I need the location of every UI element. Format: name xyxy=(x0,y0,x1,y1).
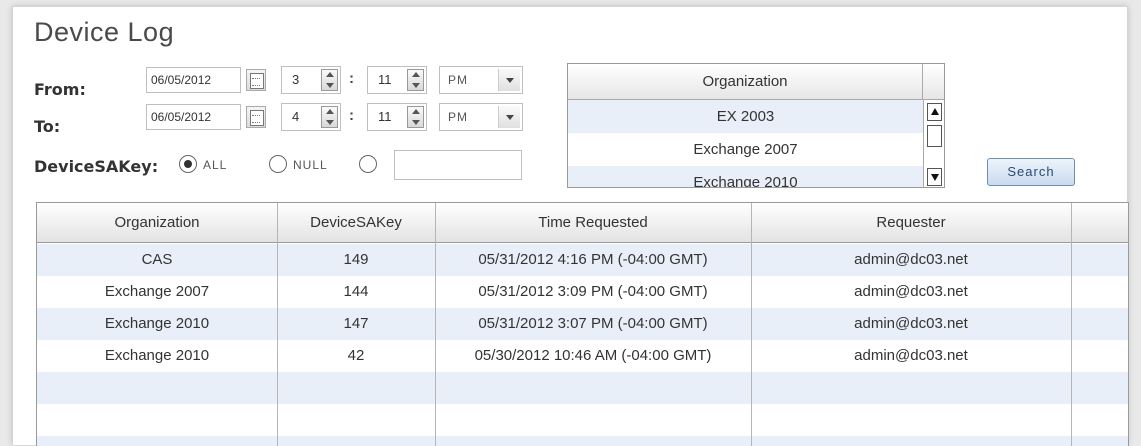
column-divider xyxy=(751,203,752,446)
column-divider xyxy=(435,203,436,446)
from-ampm-select[interactable]: PM xyxy=(439,66,523,94)
cell-time-requested: 05/30/2012 10:46 AM (-04:00 GMT) xyxy=(474,347,712,364)
column-resize-handle[interactable] xyxy=(1128,215,1129,231)
to-calendar-icon[interactable] xyxy=(246,106,266,128)
from-hour-stepper[interactable]: 3 xyxy=(281,66,341,94)
column-header-requester[interactable]: Requester xyxy=(751,203,1071,243)
organization-list-item[interactable]: Exchange 2010 xyxy=(568,166,923,187)
devicesakey-label: DeviceSAKey: xyxy=(34,157,159,176)
column-header-time-requested[interactable]: Time Requested xyxy=(435,203,751,243)
chevron-down-icon[interactable] xyxy=(498,69,520,91)
to-label: To: xyxy=(34,117,61,136)
from-minute-stepper[interactable]: 11 xyxy=(367,66,427,94)
radio-all[interactable] xyxy=(179,155,197,173)
from-label: From: xyxy=(34,80,86,99)
table-row-empty xyxy=(37,404,1128,436)
to-minute-stepper[interactable]: 11 xyxy=(367,103,427,131)
column-divider xyxy=(277,203,278,446)
cell-time-requested: 05/31/2012 3:07 PM (-04:00 GMT) xyxy=(478,315,708,332)
to-hour-stepper[interactable]: 4 xyxy=(281,103,341,131)
search-button[interactable]: Search xyxy=(987,158,1075,186)
table-header: Organization DeviceSAKey Time Requested … xyxy=(37,203,1128,243)
table-row[interactable]: Exchange 2010 42 05/30/2012 10:46 AM (-0… xyxy=(37,340,1128,372)
to-minute-value: 11 xyxy=(378,109,392,124)
to-minute-spin-icon[interactable] xyxy=(407,106,424,128)
organization-list-header: Organization xyxy=(568,64,923,100)
organization-list-header-corner xyxy=(923,64,944,100)
scroll-down-icon[interactable] xyxy=(927,168,942,186)
table-row[interactable]: CAS 149 05/31/2012 4:16 PM (-04:00 GMT) … xyxy=(37,244,1128,276)
cell-devicesakey: 147 xyxy=(343,315,369,332)
organization-listbox[interactable]: Organization EX 2003 Exchange 2007 Excha… xyxy=(567,63,945,188)
radio-null[interactable] xyxy=(269,155,287,173)
radio-custom[interactable] xyxy=(359,155,377,173)
to-time-colon: : xyxy=(349,107,354,124)
cell-requester: admin@dc03.net xyxy=(854,251,968,268)
column-divider xyxy=(1071,203,1072,446)
radio-all-label: ALL xyxy=(203,158,228,172)
cell-devicesakey: 42 xyxy=(347,347,365,364)
column-header-devicesakey[interactable]: DeviceSAKey xyxy=(277,203,435,243)
organization-list-scrollbar[interactable] xyxy=(923,100,944,187)
table-row[interactable]: Exchange 2010 147 05/31/2012 3:07 PM (-0… xyxy=(37,308,1128,340)
from-hour-value: 3 xyxy=(292,72,300,87)
organization-list-item[interactable]: EX 2003 xyxy=(568,100,923,133)
cell-time-requested: 05/31/2012 4:16 PM (-04:00 GMT) xyxy=(478,251,708,268)
from-minute-spin-icon[interactable] xyxy=(407,69,424,91)
to-hour-value: 4 xyxy=(292,109,300,124)
to-hour-spin-icon[interactable] xyxy=(321,106,338,128)
from-ampm-value: PM xyxy=(448,73,468,87)
scroll-up-icon[interactable] xyxy=(927,103,942,121)
cell-devicesakey: 144 xyxy=(343,283,369,300)
device-log-table: Organization DeviceSAKey Time Requested … xyxy=(36,202,1129,446)
cell-devicesakey: 149 xyxy=(343,251,369,268)
cell-organization: Exchange 2010 xyxy=(104,347,210,364)
organization-list-item[interactable]: Exchange 2007 xyxy=(568,133,923,166)
from-hour-spin-icon[interactable] xyxy=(321,69,338,91)
from-calendar-icon[interactable] xyxy=(246,69,266,91)
scroll-thumb[interactable] xyxy=(927,125,942,147)
device-log-panel: Device Log From: 3 : 11 PM To: 4 : 11 PM… xyxy=(12,6,1129,446)
table-row-empty xyxy=(37,372,1128,404)
to-date-input[interactable] xyxy=(146,104,241,130)
cell-requester: admin@dc03.net xyxy=(854,347,968,364)
from-time-colon: : xyxy=(349,70,354,87)
column-header-organization[interactable]: Organization xyxy=(37,203,277,243)
page-title: Device Log xyxy=(34,17,175,47)
from-minute-value: 11 xyxy=(378,72,392,87)
cell-requester: admin@dc03.net xyxy=(854,283,968,300)
cell-organization: Exchange 2007 xyxy=(104,283,210,300)
devicesakey-input[interactable] xyxy=(394,150,522,180)
chevron-down-icon[interactable] xyxy=(498,106,520,128)
from-date-input[interactable] xyxy=(146,67,241,93)
to-ampm-select[interactable]: PM xyxy=(439,103,523,131)
cell-organization: CAS xyxy=(141,251,173,268)
to-ampm-value: PM xyxy=(448,110,468,124)
cell-organization: Exchange 2010 xyxy=(104,315,210,332)
cell-time-requested: 05/31/2012 3:09 PM (-04:00 GMT) xyxy=(478,283,708,300)
radio-null-label: NULL xyxy=(293,158,328,172)
table-row[interactable]: Exchange 2007 144 05/31/2012 3:09 PM (-0… xyxy=(37,276,1128,308)
cell-requester: admin@dc03.net xyxy=(854,315,968,332)
